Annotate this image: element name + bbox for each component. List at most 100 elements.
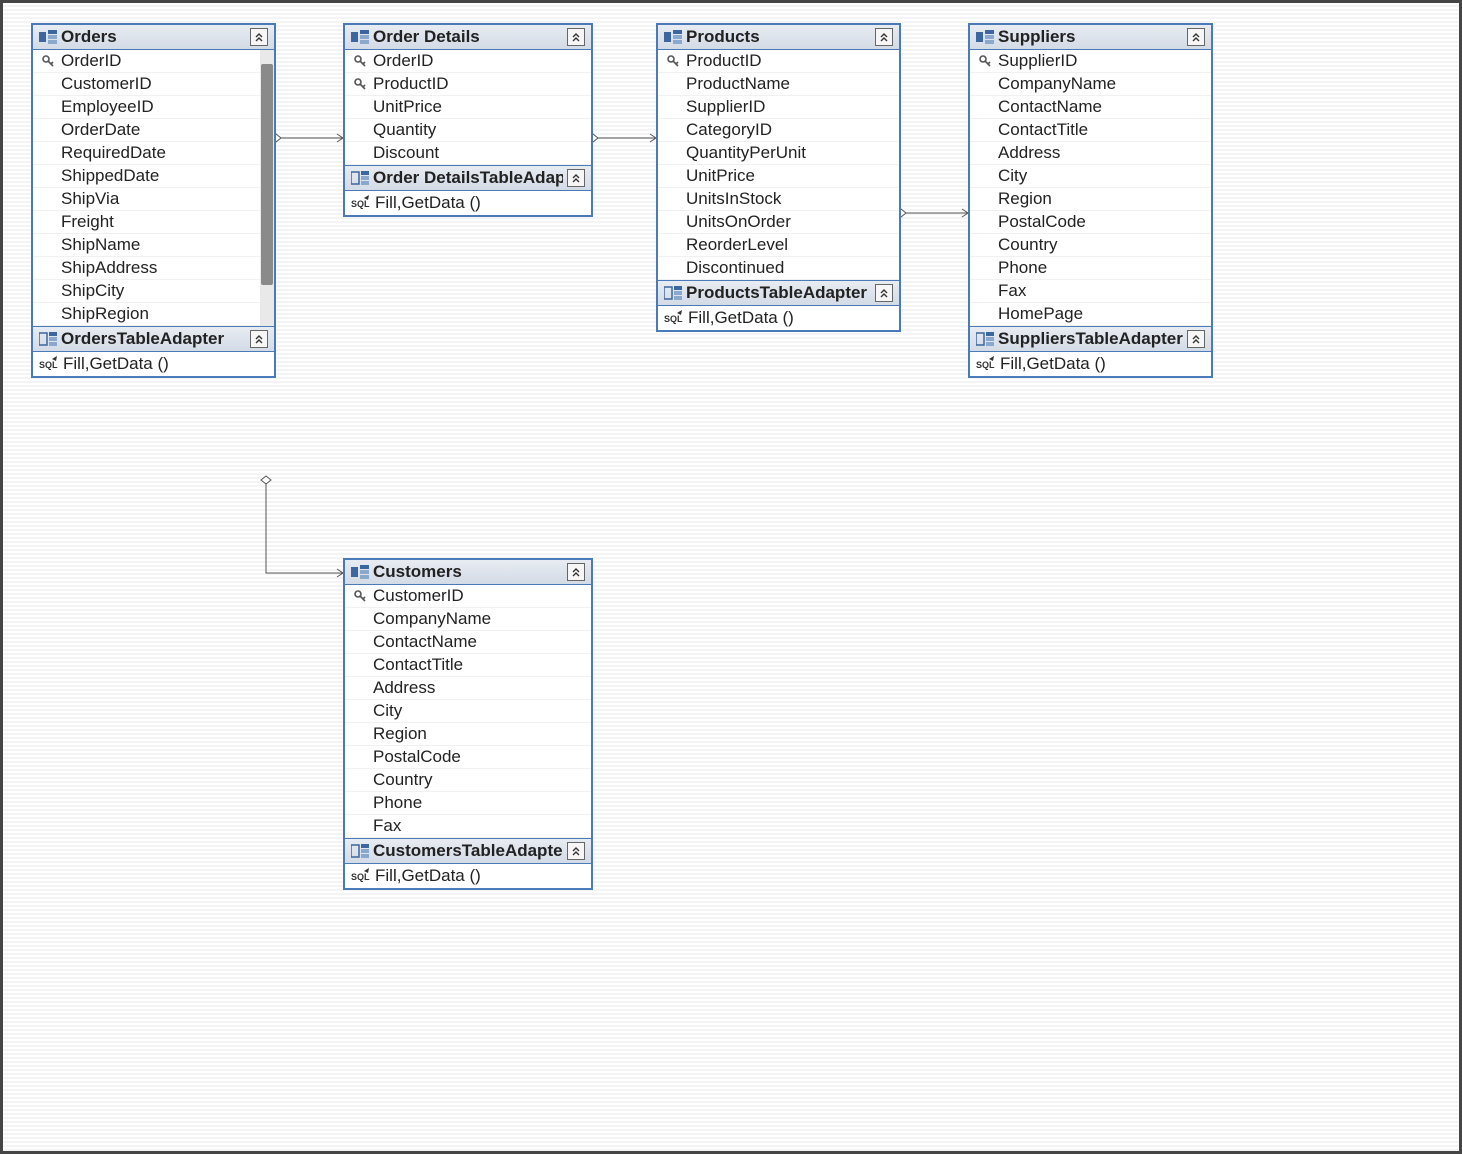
adapter-header[interactable]: CustomersTableAdapter — [345, 838, 591, 864]
table-header[interactable]: Order Details — [345, 25, 591, 50]
column-row[interactable]: EmployeeID — [33, 96, 274, 119]
table-icon — [664, 30, 682, 44]
column-row[interactable]: RequiredDate — [33, 142, 274, 165]
column-row[interactable]: ProductName — [658, 73, 899, 96]
column-row[interactable]: ShipName — [33, 234, 274, 257]
connector-orders-to-customers[interactable] — [261, 476, 343, 577]
column-name: CompanyName — [373, 609, 491, 629]
column-row[interactable]: ContactTitle — [970, 119, 1211, 142]
table-customers[interactable]: CustomersCustomerIDCompanyNameContactNam… — [343, 558, 593, 890]
table-header[interactable]: Customers — [345, 560, 591, 585]
column-row[interactable]: HomePage — [970, 303, 1211, 326]
column-row[interactable]: Discontinued — [658, 257, 899, 280]
collapse-up-icon[interactable] — [250, 330, 268, 348]
column-row[interactable]: ReorderLevel — [658, 234, 899, 257]
table-title: Orders — [61, 27, 246, 47]
adapter-header[interactable]: SuppliersTableAdapter — [970, 326, 1211, 352]
collapse-up-icon[interactable] — [1187, 28, 1205, 46]
column-name: EmployeeID — [61, 97, 154, 117]
adapter-header[interactable]: Order DetailsTableAdapter — [345, 165, 591, 191]
column-row[interactable]: Country — [345, 769, 591, 792]
column-row[interactable]: ShipAddress — [33, 257, 274, 280]
column-row[interactable]: ProductID — [658, 50, 899, 73]
adapter-method-row[interactable]: SQLFill,GetData () — [345, 864, 591, 888]
column-row[interactable]: ContactName — [970, 96, 1211, 119]
column-row[interactable]: Phone — [345, 792, 591, 815]
column-row[interactable]: SupplierID — [970, 50, 1211, 73]
column-row[interactable]: Quantity — [345, 119, 591, 142]
collapse-up-icon[interactable] — [567, 563, 585, 581]
table-orders[interactable]: Orders OrderIDCustomerIDEmployeeIDOrderDa… — [31, 23, 276, 378]
column-row[interactable]: CompanyName — [345, 608, 591, 631]
table-header[interactable]: Orders — [33, 25, 274, 50]
table-products[interactable]: Products ProductIDProductNameSupplierIDCa… — [656, 23, 901, 332]
column-name: Discount — [373, 143, 439, 163]
column-row[interactable]: UnitPrice — [658, 165, 899, 188]
column-row[interactable]: Address — [970, 142, 1211, 165]
column-row[interactable]: Freight — [33, 211, 274, 234]
column-row[interactable]: CustomerID — [33, 73, 274, 96]
adapter-header[interactable]: ProductsTableAdapter — [658, 280, 899, 306]
adapter-method-row[interactable]: SQLFill,GetData () — [33, 352, 274, 376]
column-row[interactable]: Region — [345, 723, 591, 746]
adapter-method-row[interactable]: SQLFill,GetData () — [970, 352, 1211, 376]
column-row[interactable]: Phone — [970, 257, 1211, 280]
column-row[interactable]: PostalCode — [970, 211, 1211, 234]
svg-text:SQL: SQL — [664, 314, 683, 324]
column-row[interactable]: CustomerID — [345, 585, 591, 608]
column-row[interactable]: Country — [970, 234, 1211, 257]
table-suppliers[interactable]: SuppliersSupplierIDCompanyNameContactNam… — [968, 23, 1213, 378]
column-row[interactable]: City — [970, 165, 1211, 188]
table-title: Products — [686, 27, 871, 47]
column-row[interactable]: Fax — [970, 280, 1211, 303]
column-row[interactable]: ShipRegion — [33, 303, 274, 326]
column-row[interactable]: QuantityPerUnit — [658, 142, 899, 165]
column-row[interactable]: City — [345, 700, 591, 723]
collapse-up-icon[interactable] — [1187, 330, 1205, 348]
column-row[interactable]: Fax — [345, 815, 591, 838]
column-row[interactable]: Discount — [345, 142, 591, 165]
column-name: ShipRegion — [61, 304, 149, 324]
column-row[interactable]: UnitsOnOrder — [658, 211, 899, 234]
column-row[interactable]: OrderDate — [33, 119, 274, 142]
dataset-designer-canvas[interactable]: OrdersOrderIDCustomerIDEmployeeIDOrderDa… — [0, 0, 1462, 1154]
connector-orderdetails-to-products[interactable] — [588, 134, 656, 142]
column-row[interactable]: ShipCity — [33, 280, 274, 303]
collapse-up-icon[interactable] — [567, 169, 585, 187]
column-row[interactable]: ContactTitle — [345, 654, 591, 677]
adapter-title: Order DetailsTableAdapter — [373, 168, 563, 188]
table-header[interactable]: Suppliers — [970, 25, 1211, 50]
column-row[interactable]: CompanyName — [970, 73, 1211, 96]
collapse-up-icon[interactable] — [567, 842, 585, 860]
table-header[interactable]: Products — [658, 25, 899, 50]
collapse-up-icon[interactable] — [875, 284, 893, 302]
connector-products-to-suppliers[interactable] — [896, 209, 968, 217]
column-row[interactable]: Address — [345, 677, 591, 700]
column-row[interactable]: UnitsInStock — [658, 188, 899, 211]
column-row[interactable]: UnitPrice — [345, 96, 591, 119]
column-row[interactable]: CategoryID — [658, 119, 899, 142]
adapter-method-row[interactable]: SQLFill,GetData () — [658, 306, 899, 330]
connector-orders-to-orderdetails[interactable] — [271, 134, 343, 142]
column-row[interactable]: ContactName — [345, 631, 591, 654]
table-order-details[interactable]: Order DetailsOrderIDProductIDUnitPriceQu… — [343, 23, 593, 217]
column-row[interactable]: ShipVia — [33, 188, 274, 211]
scrollbar[interactable] — [260, 50, 274, 326]
column-row[interactable]: OrderID — [345, 50, 591, 73]
collapse-up-icon[interactable] — [567, 28, 585, 46]
scrollbar-thumb[interactable] — [261, 64, 273, 285]
adapter-header[interactable]: OrdersTableAdapter — [33, 326, 274, 352]
column-name: Address — [998, 143, 1060, 163]
column-name: UnitsInStock — [686, 189, 781, 209]
adapter-title: OrdersTableAdapter — [61, 329, 246, 349]
collapse-up-icon[interactable] — [250, 28, 268, 46]
column-row[interactable]: OrderID — [33, 50, 274, 73]
column-row[interactable]: PostalCode — [345, 746, 591, 769]
column-row[interactable]: SupplierID — [658, 96, 899, 119]
column-row[interactable]: ShippedDate — [33, 165, 274, 188]
adapter-method-row[interactable]: SQLFill,GetData () — [345, 191, 591, 215]
column-row[interactable]: Region — [970, 188, 1211, 211]
column-row[interactable]: ProductID — [345, 73, 591, 96]
collapse-up-icon[interactable] — [875, 28, 893, 46]
primary-key-icon — [664, 54, 682, 68]
